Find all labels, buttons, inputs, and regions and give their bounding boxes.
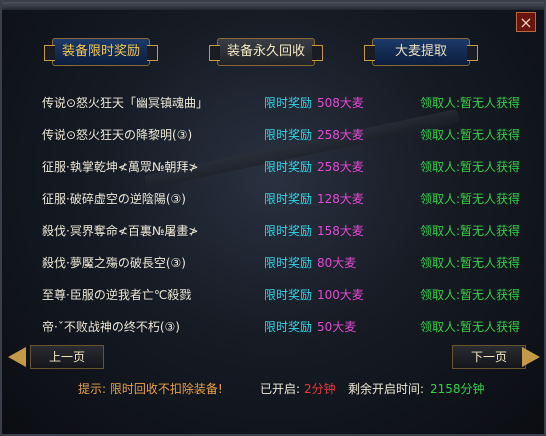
tab-permanent-recycle[interactable]: 装备永久回收 (209, 38, 323, 66)
item-name: 帝·ˇ不败战神の终不朽(③) (42, 320, 180, 334)
close-icon[interactable]: × (516, 12, 536, 32)
tab-limited-reward[interactable]: 装备限时奖励 (44, 38, 158, 66)
arrow-right-icon[interactable] (522, 347, 540, 367)
tip-text: 提示: 限时回收不扣除装备! (78, 382, 223, 396)
prev-page-button[interactable]: 上一页 (30, 345, 104, 369)
receiver-status: 领取人:暂无人获得 (420, 320, 521, 334)
item-name: 殺伐·冥界奪命≮百裏№屠畫≯ (42, 224, 199, 238)
reward-amount: 258大麦 (317, 160, 364, 174)
item-name: 传说⊙怒火狂天の降黎明(③) (42, 128, 193, 142)
reward-type: 限时奖励 (264, 128, 313, 142)
arrow-left-icon[interactable] (8, 347, 26, 367)
item-name: 殺伐·夢魘之殤の破長空(③) (42, 256, 186, 270)
list-item: 殺伐·冥界奪命≮百裏№屠畫≯ 限时奖励 158大麦 领取人:暂无人获得 (2, 214, 546, 246)
receiver-status: 领取人:暂无人获得 (420, 256, 521, 270)
item-name: 至尊·臣服の逆我者亡℃殺戮 (42, 288, 192, 302)
remaining-value: 2158分钟 (430, 382, 485, 396)
list-item: 征服·破碎虚空の逆陰陽(③) 限时奖励 128大麦 领取人:暂无人获得 (2, 182, 546, 214)
opened-value: 2分钟 (304, 382, 336, 396)
list-item: 殺伐·夢魘之殤の破長空(③) 限时奖励 80大麦 领取人:暂无人获得 (2, 246, 546, 278)
tab-extract[interactable]: 大麦提取 (364, 38, 478, 66)
receiver-status: 领取人:暂无人获得 (420, 160, 521, 174)
reward-amount: 508大麦 (317, 96, 364, 110)
receiver-status: 领取人:暂无人获得 (420, 288, 521, 302)
reward-type: 限时奖励 (264, 96, 313, 110)
reward-amount: 158大麦 (317, 224, 364, 238)
reward-amount: 128大麦 (317, 192, 364, 206)
equipment-reward-window: × 装备限时奖励 装备永久回收 大麦提取 传说⊙怒火狂天「幽冥镇魂曲」 限时奖励… (0, 0, 546, 436)
reward-type: 限时奖励 (264, 160, 313, 174)
receiver-status: 领取人:暂无人获得 (420, 192, 521, 206)
next-page-button[interactable]: 下一页 (452, 345, 526, 369)
reward-type: 限时奖励 (264, 320, 313, 334)
receiver-status: 领取人:暂无人获得 (420, 128, 521, 142)
list-item: 传说⊙怒火狂天「幽冥镇魂曲」 限时奖励 508大麦 领取人:暂无人获得 (2, 86, 546, 118)
reward-type: 限时奖励 (264, 192, 313, 206)
receiver-status: 领取人:暂无人获得 (420, 96, 521, 110)
list-item: 传说⊙怒火狂天の降黎明(③) 限时奖励 258大麦 领取人:暂无人获得 (2, 118, 546, 150)
item-name: 征服·執掌乾坤≮萬眾№朝拜≯ (42, 160, 199, 174)
title-bar (2, 2, 544, 10)
list-item: 帝·ˇ不败战神の终不朽(③) 限时奖励 50大麦 领取人:暂无人获得 (2, 310, 546, 342)
reward-type: 限时奖励 (264, 256, 313, 270)
receiver-status: 领取人:暂无人获得 (420, 224, 521, 238)
reward-amount: 50大麦 (317, 320, 357, 334)
reward-type: 限时奖励 (264, 288, 313, 302)
list-item: 征服·執掌乾坤≮萬眾№朝拜≯ 限时奖励 258大麦 领取人:暂无人获得 (2, 150, 546, 182)
item-name: 征服·破碎虚空の逆陰陽(③) (42, 192, 186, 206)
reward-amount: 258大麦 (317, 128, 364, 142)
opened-label: 已开启: (260, 382, 301, 396)
item-name: 传说⊙怒火狂天「幽冥镇魂曲」 (42, 96, 209, 110)
remaining-label: 剩余开启时间: (348, 382, 425, 396)
reward-type: 限时奖励 (264, 224, 313, 238)
reward-amount: 80大麦 (317, 256, 357, 270)
reward-amount: 100大麦 (317, 288, 364, 302)
list-item: 至尊·臣服の逆我者亡℃殺戮 限时奖励 100大麦 领取人:暂无人获得 (2, 278, 546, 310)
